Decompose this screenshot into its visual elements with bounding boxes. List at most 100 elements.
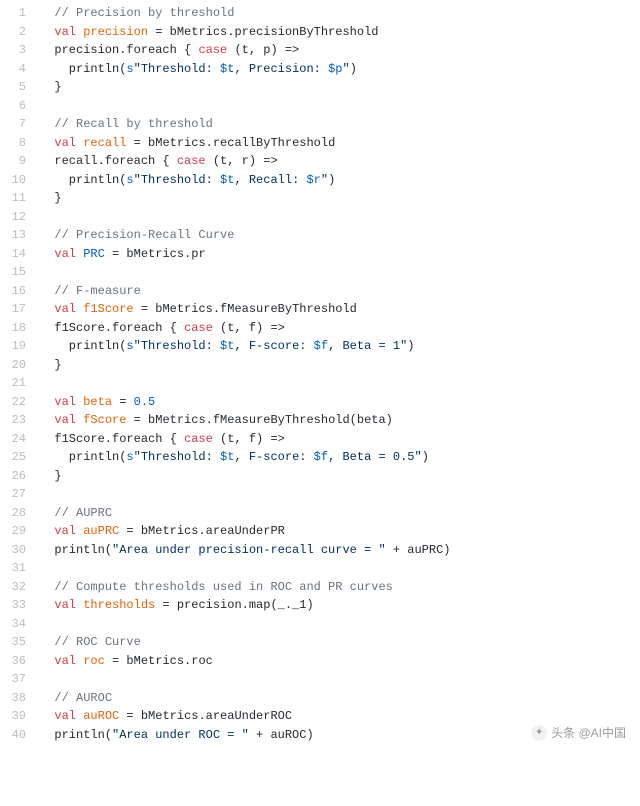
code-content: // AUPRC [40, 504, 640, 523]
code-content: // F-measure [40, 282, 640, 301]
code-content [40, 208, 640, 227]
code-line: 3 precision.foreach { case (t, p) => [0, 41, 640, 60]
code-line: 5 } [0, 78, 640, 97]
line-number: 11 [0, 189, 40, 208]
code-line: 37 [0, 670, 640, 689]
code-content: // AUROC [40, 689, 640, 708]
code-content: println(s"Threshold: $t, Recall: $r") [40, 171, 640, 190]
line-number: 31 [0, 559, 40, 578]
code-line: 9 recall.foreach { case (t, r) => [0, 152, 640, 171]
code-content: precision.foreach { case (t, p) => [40, 41, 640, 60]
code-line: 22 val beta = 0.5 [0, 393, 640, 412]
code-content: } [40, 189, 640, 208]
code-content [40, 97, 640, 116]
line-number: 18 [0, 319, 40, 338]
watermark: ✦ 头条 @AI中国 [531, 724, 626, 743]
line-number: 10 [0, 171, 40, 190]
watermark-icon: ✦ [531, 725, 547, 741]
code-content: // Recall by threshold [40, 115, 640, 134]
code-line: 17 val f1Score = bMetrics.fMeasureByThre… [0, 300, 640, 319]
line-number: 29 [0, 522, 40, 541]
code-content: // ROC Curve [40, 633, 640, 652]
line-number: 33 [0, 596, 40, 615]
code-line: 10 println(s"Threshold: $t, Recall: $r") [0, 171, 640, 190]
line-number: 40 [0, 726, 40, 745]
code-line: 1 // Precision by threshold [0, 4, 640, 23]
line-number: 37 [0, 670, 40, 689]
line-number: 3 [0, 41, 40, 60]
code-content: println(s"Threshold: $t, F-score: $f, Be… [40, 448, 640, 467]
code-line: 27 [0, 485, 640, 504]
code-line: 33 val thresholds = precision.map(_._1) [0, 596, 640, 615]
code-content: // Precision by threshold [40, 4, 640, 23]
code-line: 14 val PRC = bMetrics.pr [0, 245, 640, 264]
line-number: 24 [0, 430, 40, 449]
code-content: // Precision-Recall Curve [40, 226, 640, 245]
code-line: 20 } [0, 356, 640, 375]
code-content: recall.foreach { case (t, r) => [40, 152, 640, 171]
code-line: 34 [0, 615, 640, 634]
line-number: 6 [0, 97, 40, 116]
code-line: 13 // Precision-Recall Curve [0, 226, 640, 245]
line-number: 1 [0, 4, 40, 23]
code-line: 16 // F-measure [0, 282, 640, 301]
line-number: 2 [0, 23, 40, 42]
code-content: val thresholds = precision.map(_._1) [40, 596, 640, 615]
line-number: 25 [0, 448, 40, 467]
code-content: val beta = 0.5 [40, 393, 640, 412]
code-line: 30 println("Area under precision-recall … [0, 541, 640, 560]
code-content: } [40, 356, 640, 375]
line-number: 36 [0, 652, 40, 671]
code-content [40, 485, 640, 504]
code-line: 12 [0, 208, 640, 227]
line-number: 32 [0, 578, 40, 597]
code-content: } [40, 78, 640, 97]
code-content [40, 615, 640, 634]
code-content [40, 559, 640, 578]
code-line: 36 val roc = bMetrics.roc [0, 652, 640, 671]
code-line: 8 val recall = bMetrics.recallByThreshol… [0, 134, 640, 153]
code-content: val PRC = bMetrics.pr [40, 245, 640, 264]
code-line: 19 println(s"Threshold: $t, F-score: $f,… [0, 337, 640, 356]
code-content: // Compute thresholds used in ROC and PR… [40, 578, 640, 597]
line-number: 20 [0, 356, 40, 375]
code-line: 21 [0, 374, 640, 393]
code-line: 23 val fScore = bMetrics.fMeasureByThres… [0, 411, 640, 430]
line-number: 27 [0, 485, 40, 504]
line-number: 15 [0, 263, 40, 282]
code-line: 31 [0, 559, 640, 578]
watermark-text: 头条 @AI中国 [551, 724, 626, 743]
line-number: 19 [0, 337, 40, 356]
code-content [40, 670, 640, 689]
code-line: 2 val precision = bMetrics.precisionByTh… [0, 23, 640, 42]
code-content: println("Area under precision-recall cur… [40, 541, 640, 560]
line-number: 38 [0, 689, 40, 708]
line-number: 26 [0, 467, 40, 486]
line-number: 14 [0, 245, 40, 264]
code-line: 25 println(s"Threshold: $t, F-score: $f,… [0, 448, 640, 467]
code-content: val f1Score = bMetrics.fMeasureByThresho… [40, 300, 640, 319]
code-line: 18 f1Score.foreach { case (t, f) => [0, 319, 640, 338]
code-line: 15 [0, 263, 640, 282]
code-line: 6 [0, 97, 640, 116]
line-number: 34 [0, 615, 40, 634]
line-number: 9 [0, 152, 40, 171]
code-line: 7 // Recall by threshold [0, 115, 640, 134]
code-line: 4 println(s"Threshold: $t, Precision: $p… [0, 60, 640, 79]
line-number: 39 [0, 707, 40, 726]
code-line: 32 // Compute thresholds used in ROC and… [0, 578, 640, 597]
code-content: f1Score.foreach { case (t, f) => [40, 430, 640, 449]
code-block: 1 // Precision by threshold2 val precisi… [0, 0, 640, 754]
code-line: 38 // AUROC [0, 689, 640, 708]
line-number: 21 [0, 374, 40, 393]
line-number: 28 [0, 504, 40, 523]
line-number: 13 [0, 226, 40, 245]
line-number: 22 [0, 393, 40, 412]
line-number: 23 [0, 411, 40, 430]
code-content [40, 374, 640, 393]
line-number: 35 [0, 633, 40, 652]
code-content: val auPRC = bMetrics.areaUnderPR [40, 522, 640, 541]
code-line: 11 } [0, 189, 640, 208]
line-number: 12 [0, 208, 40, 227]
code-content: f1Score.foreach { case (t, f) => [40, 319, 640, 338]
